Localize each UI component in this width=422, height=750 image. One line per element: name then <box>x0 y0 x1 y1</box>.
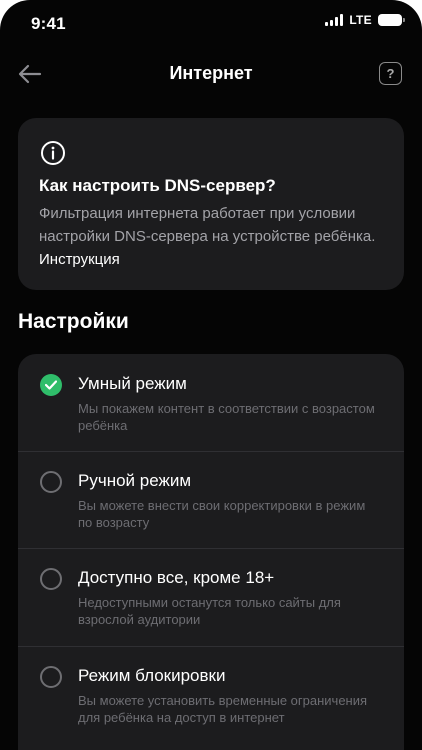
radio-unchecked[interactable] <box>40 666 62 688</box>
option-label: Ручной режим <box>78 471 192 490</box>
page-title: Интернет <box>169 63 253 83</box>
dns-info-card: Как настроить DNS-сервер? Фильтрация инт… <box>18 118 404 290</box>
info-card-body: Фильтрация интернета работает при услови… <box>39 205 376 245</box>
option-description: Недоступными останутся только сайты для … <box>78 595 341 627</box>
option-label: Умный режим <box>78 374 187 393</box>
settings-card: Умный режим Мы покажем контент в соответ… <box>18 354 404 750</box>
radio-unchecked[interactable] <box>40 568 62 590</box>
option-smart-mode[interactable]: Умный режим Мы покажем контент в соответ… <box>18 354 404 451</box>
option-all-except-18[interactable]: Доступно все, кроме 18+ Недоступными ост… <box>18 549 404 646</box>
status-indicators: LTE <box>325 13 405 27</box>
option-label: Режим блокировки <box>78 666 226 685</box>
help-button[interactable]: ? <box>379 62 402 85</box>
radio-unchecked[interactable] <box>40 471 62 493</box>
option-description: Мы покажем контент в соответствии с возр… <box>78 401 375 433</box>
battery-icon <box>378 14 405 26</box>
signal-icon <box>325 14 344 26</box>
option-block-mode[interactable]: Режим блокировки Вы можете установить вр… <box>18 647 404 750</box>
info-card-title: Как настроить DNS-сервер? <box>39 176 276 195</box>
question-square-icon: ? <box>386 66 395 81</box>
phone-screen: 9:41 LTE Интернет ? Как настроить DNS-се… <box>0 0 422 750</box>
info-circle-icon <box>41 141 65 165</box>
network-label: LTE <box>349 13 372 27</box>
radio-checked[interactable] <box>40 374 62 396</box>
settings-section-title: Настройки <box>18 310 129 333</box>
instruction-link[interactable]: Инструкция <box>39 251 120 268</box>
option-description: Вы можете установить временные ограничен… <box>78 693 368 725</box>
option-manual-mode[interactable]: Ручной режим Вы можете внести свои корре… <box>18 452 404 548</box>
status-time: 9:41 <box>31 14 66 33</box>
option-label: Доступно все, кроме 18+ <box>78 568 275 587</box>
option-description: Вы можете внести свои корректировки в ре… <box>78 498 366 530</box>
info-card-text: Фильтрация интернета работает при услови… <box>39 202 384 271</box>
check-icon <box>45 380 57 390</box>
